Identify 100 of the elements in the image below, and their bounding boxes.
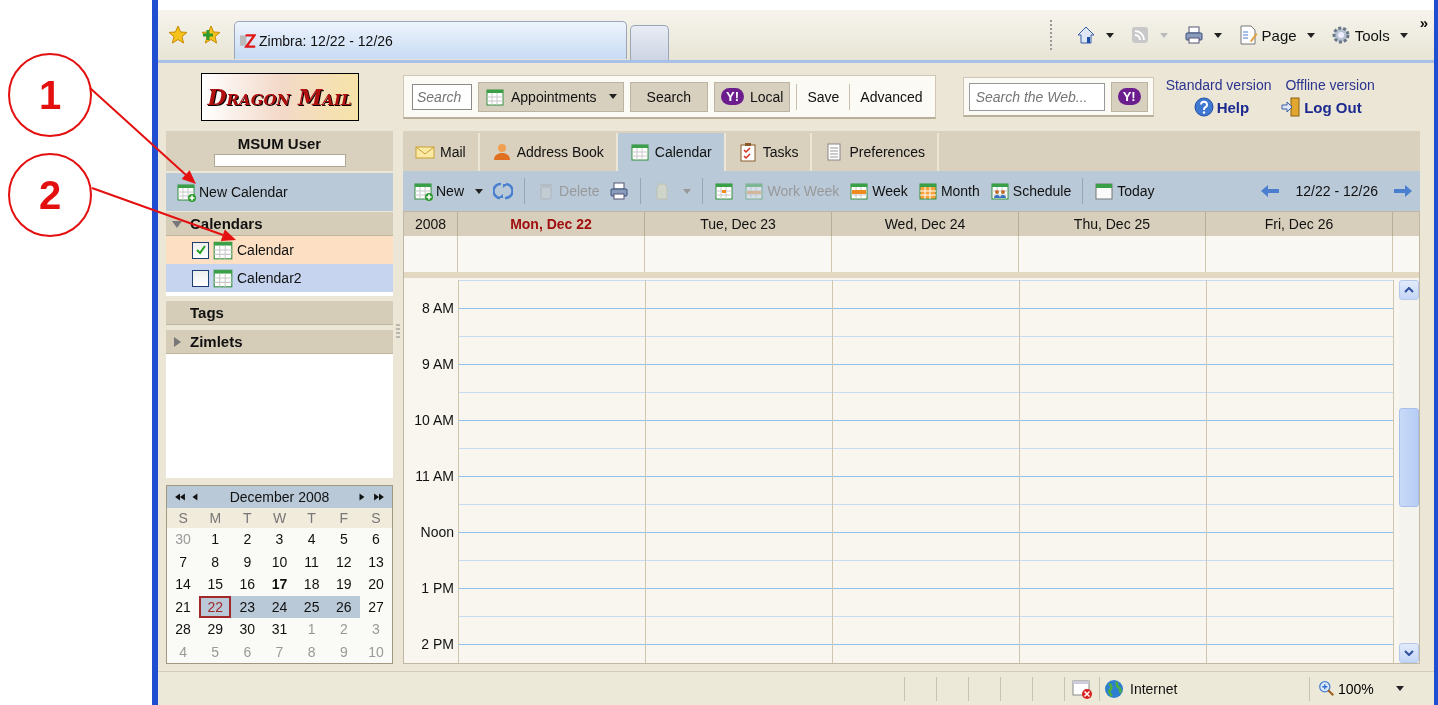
browser-tab[interactable]: Zimbra: 12/22 - 12/26 bbox=[234, 21, 627, 59]
calendar-day[interactable]: 10 bbox=[263, 550, 296, 573]
calendar-list-item[interactable]: Calendar bbox=[166, 236, 393, 264]
calendar-day[interactable]: 20 bbox=[359, 573, 392, 596]
page-icon bbox=[1237, 25, 1258, 45]
calendar-day[interactable]: 30 bbox=[231, 618, 264, 641]
resize-handle[interactable] bbox=[396, 324, 400, 338]
calendar-day[interactable]: 26 bbox=[327, 595, 360, 618]
calendar-icon bbox=[714, 181, 735, 201]
week-button[interactable]: Week bbox=[845, 177, 912, 205]
web-search-field[interactable]: Search the Web... bbox=[968, 82, 1105, 111]
version-link[interactable]: Offline version bbox=[1285, 77, 1375, 93]
door-arrow-icon bbox=[1281, 97, 1302, 117]
favorites-star-icon[interactable] bbox=[168, 25, 188, 45]
user-name: MSUM User bbox=[237, 135, 322, 152]
app-tab[interactable]: Calendar bbox=[617, 133, 726, 171]
log-out-link[interactable]: Log Out bbox=[1281, 97, 1362, 117]
calendar-icon bbox=[629, 142, 650, 162]
calendar-day[interactable]: 15 bbox=[199, 573, 232, 596]
calendar-plus-icon bbox=[413, 181, 433, 201]
printer-icon bbox=[1183, 25, 1204, 45]
weekday-label: F bbox=[338, 510, 350, 526]
help-link[interactable]: Help bbox=[1193, 97, 1250, 117]
zoom-level-button[interactable]: 100% bbox=[1318, 680, 1374, 697]
weekday-label: W bbox=[271, 510, 288, 526]
calendar-list-item[interactable]: Calendar2 bbox=[166, 264, 393, 292]
weekday-label: S bbox=[370, 510, 382, 526]
calendar-day[interactable]: 27 bbox=[359, 595, 392, 618]
caret-icon[interactable] bbox=[1395, 686, 1404, 691]
scroll-down-button[interactable] bbox=[1399, 643, 1419, 663]
step-number: 2 bbox=[8, 153, 92, 237]
search-link[interactable]: Advanced bbox=[856, 88, 927, 105]
calendar-day[interactable]: 24 bbox=[263, 595, 296, 618]
today-button[interactable]: Today bbox=[1090, 177, 1159, 205]
calendar-day[interactable]: 2 bbox=[231, 528, 264, 551]
popup-blocked-icon[interactable] bbox=[1072, 678, 1092, 699]
toolbar-overflow[interactable]: » bbox=[1419, 14, 1428, 31]
weekday-label: T bbox=[306, 510, 317, 526]
section-header[interactable]: Calendars bbox=[166, 212, 393, 236]
checkbox[interactable] bbox=[192, 269, 209, 287]
calendar-day[interactable]: 25 bbox=[295, 595, 328, 618]
calendar-day[interactable]: 1 bbox=[199, 528, 232, 551]
search-field[interactable]: Search bbox=[412, 83, 472, 110]
calendar-day[interactable]: 8 bbox=[199, 550, 232, 573]
weekday-label: S bbox=[177, 510, 189, 526]
feed-icon bbox=[1129, 25, 1150, 45]
checkbox[interactable] bbox=[192, 241, 209, 259]
web-search-button[interactable]: Y! bbox=[1110, 81, 1148, 112]
calendar-day[interactable]: 17 bbox=[263, 573, 296, 596]
calendar-day[interactable]: 19 bbox=[327, 573, 360, 596]
z-favicon-icon bbox=[240, 32, 256, 49]
schedule-button[interactable]: Schedule bbox=[985, 177, 1076, 205]
scrollbar-thumb[interactable] bbox=[1399, 408, 1419, 507]
calendar-day[interactable]: 9 bbox=[231, 550, 264, 573]
search-link[interactable]: Save bbox=[803, 88, 844, 105]
chevron-up-icon bbox=[1404, 287, 1414, 293]
calendar-plus-icon bbox=[176, 182, 196, 202]
house-icon bbox=[1075, 25, 1096, 45]
page-menu[interactable]: Page bbox=[1231, 25, 1321, 45]
tools-menu[interactable]: Tools bbox=[1324, 25, 1414, 45]
scroll-up-button[interactable] bbox=[1399, 280, 1419, 300]
calendar-day[interactable]: 11 bbox=[295, 550, 328, 573]
clipboard-icon bbox=[737, 142, 758, 162]
calendar-day[interactable]: 29 bbox=[199, 618, 232, 641]
calendar-day[interactable]: 4 bbox=[295, 528, 328, 551]
previous-year-icon[interactable] bbox=[173, 491, 187, 503]
calendar-day[interactable]: 22 bbox=[199, 595, 232, 618]
zoom-icon bbox=[1318, 680, 1335, 697]
section-header[interactable]: Zimlets bbox=[166, 330, 393, 354]
gear-icon bbox=[1330, 25, 1351, 45]
hour-label: 9 AM bbox=[422, 356, 454, 372]
search-type-dropdown[interactable]: Appointments bbox=[478, 81, 624, 112]
local-search-button[interactable]: Y! Local bbox=[713, 81, 791, 112]
new-button[interactable]: New bbox=[409, 177, 487, 205]
calendar-day[interactable]: 16 bbox=[231, 573, 264, 596]
hour-label: 11 AM bbox=[415, 468, 454, 484]
calendar-day[interactable]: 13 bbox=[359, 550, 392, 573]
month-button[interactable]: Month bbox=[913, 177, 984, 205]
section-header[interactable]: Tags bbox=[166, 301, 393, 325]
security-zone: Internet bbox=[1130, 680, 1178, 697]
calendar-day[interactable]: 6 bbox=[359, 528, 392, 551]
next-year-icon[interactable] bbox=[372, 491, 386, 503]
calendar-day[interactable]: 28 bbox=[167, 618, 200, 641]
expand-triangle-icon[interactable] bbox=[172, 336, 182, 347]
calendar-day[interactable]: 14 bbox=[167, 573, 200, 596]
calendar-day[interactable]: 23 bbox=[231, 595, 264, 618]
calendar-day[interactable]: 7 bbox=[167, 550, 200, 573]
add-favorite-icon[interactable] bbox=[201, 25, 221, 45]
calendar-icon bbox=[849, 181, 870, 201]
calendar-day[interactable]: 3 bbox=[263, 528, 296, 551]
calendar-day[interactable]: 12 bbox=[327, 550, 360, 573]
calendar-icon bbox=[1094, 181, 1115, 201]
search-button[interactable]: Search bbox=[629, 81, 708, 112]
calendar-day[interactable]: 5 bbox=[327, 528, 360, 551]
calendar-day[interactable]: 21 bbox=[167, 595, 200, 618]
weekday-label: T bbox=[242, 510, 253, 526]
calendar-day[interactable]: 31 bbox=[263, 618, 296, 641]
version-link[interactable]: Standard version bbox=[1165, 77, 1272, 93]
collapse-triangle-icon[interactable] bbox=[172, 218, 182, 229]
calendar-day[interactable]: 18 bbox=[295, 573, 328, 596]
